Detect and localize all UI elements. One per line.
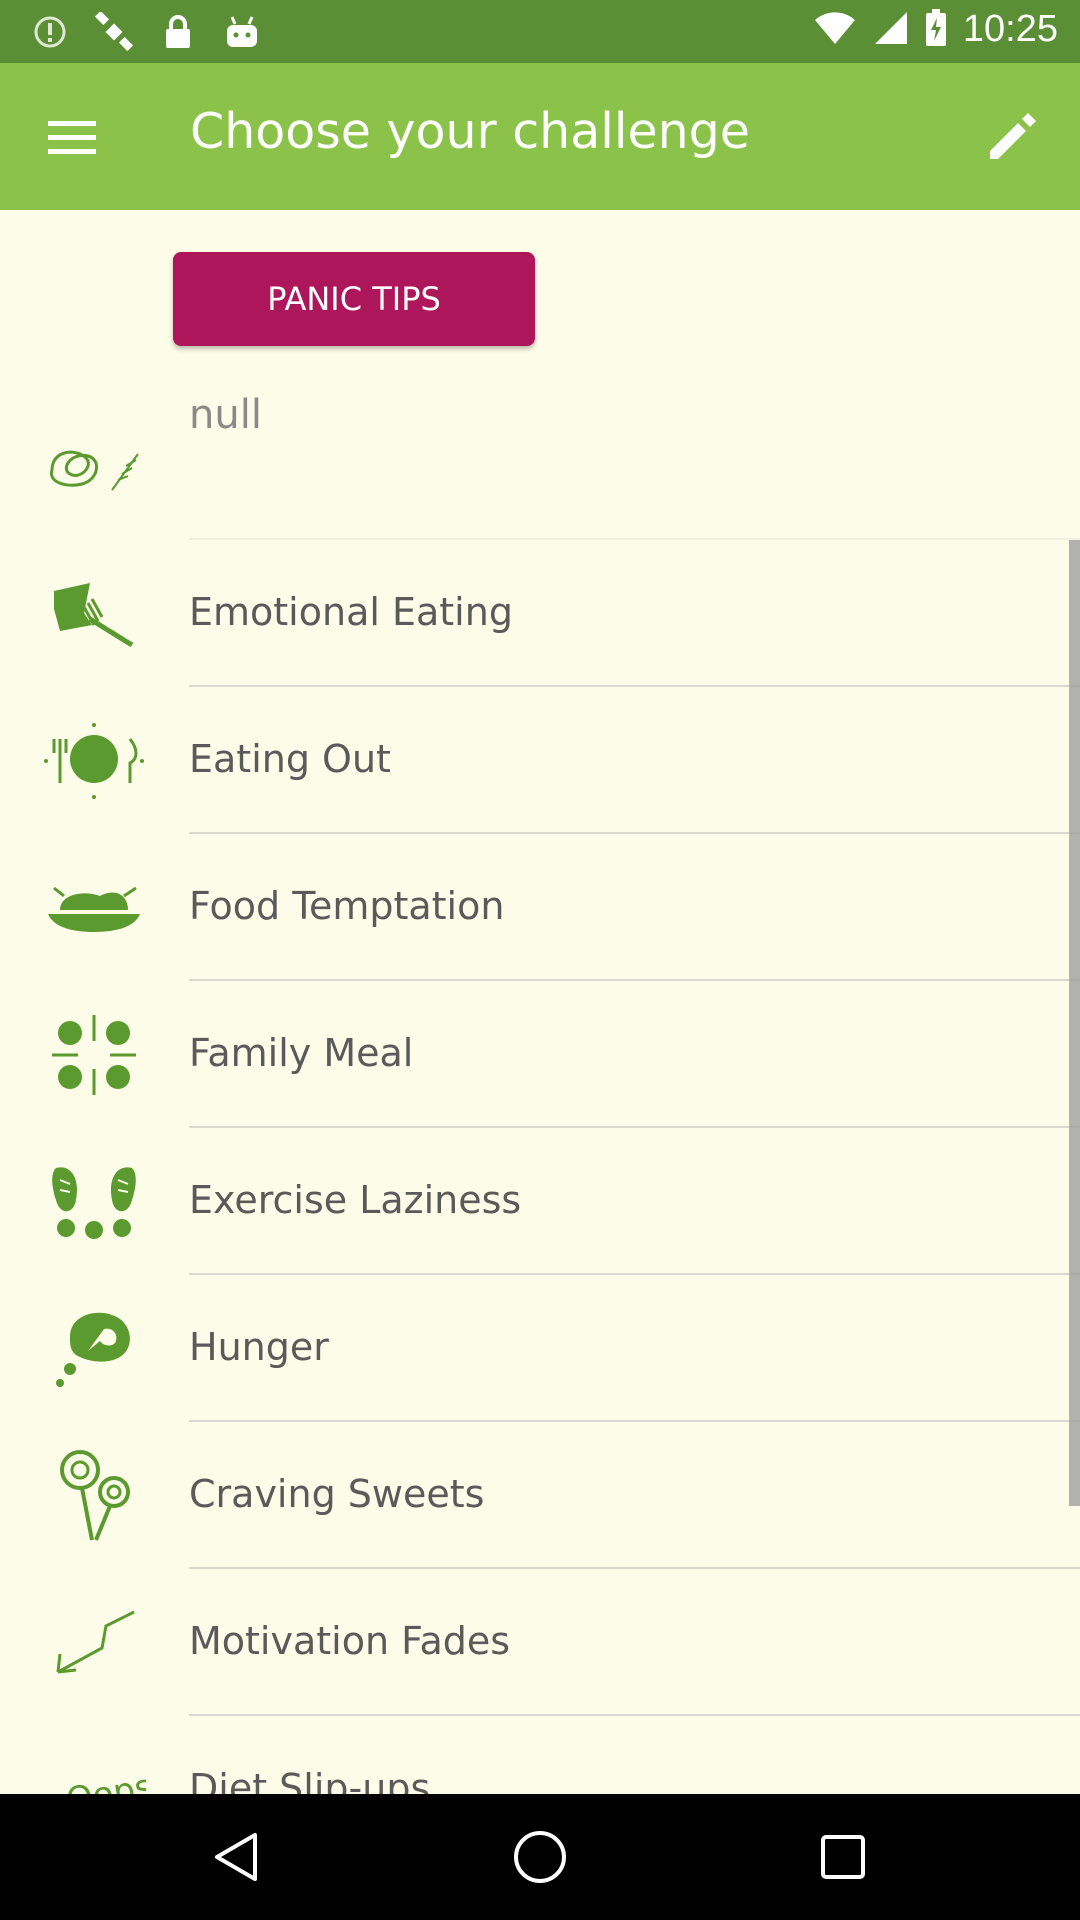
footprints-icon: [40, 1152, 148, 1252]
status-bar: 10:25: [0, 0, 1080, 63]
app-bar: Choose your challenge: [0, 63, 1080, 210]
hunger-icon: [40, 1299, 148, 1399]
scrollbar[interactable]: [1069, 540, 1080, 1506]
list-item-family-meal[interactable]: Family Meal: [0, 981, 1080, 1128]
fake-gps-icon: [94, 12, 134, 52]
recents-icon[interactable]: [811, 1825, 875, 1889]
challenge-list-container: PANIC TIPS null Emotional Eating Eating …: [0, 210, 1080, 1794]
food-temptation-icon: [40, 858, 148, 958]
list-item-eating-out[interactable]: Eating Out: [0, 687, 1080, 834]
menu-icon[interactable]: [40, 107, 104, 167]
navigation-bar: [0, 1794, 1080, 1920]
list-item-label: Motivation Fades: [189, 1619, 511, 1663]
list-item-label: Emotional Eating: [189, 590, 513, 634]
status-time: 10:25: [962, 8, 1058, 50]
page-title: Choose your challenge: [190, 103, 750, 160]
lock-icon: [158, 12, 198, 52]
android-icon: [222, 12, 262, 52]
list-item-exercise-laziness[interactable]: Exercise Laziness: [0, 1128, 1080, 1275]
lollipop-icon: [40, 1446, 148, 1546]
panic-tips-button[interactable]: PANIC TIPS: [173, 252, 535, 346]
edit-pencil-icon[interactable]: [980, 105, 1044, 169]
pretzel-icon: [40, 420, 148, 520]
home-icon[interactable]: [508, 1825, 572, 1889]
wifi-icon: [813, 10, 857, 50]
emotional-eating-icon: [40, 564, 148, 664]
list-item-emotional-eating[interactable]: Emotional Eating: [0, 540, 1080, 687]
list-item-label: Exercise Laziness: [189, 1178, 522, 1222]
falling-arrow-icon: [40, 1593, 148, 1693]
list-item-craving-sweets[interactable]: Craving Sweets: [0, 1422, 1080, 1569]
family-meal-icon: [40, 1005, 148, 1105]
list-header-label: null: [189, 392, 262, 438]
list-item-label: Craving Sweets: [189, 1472, 485, 1516]
signal-icon: [873, 10, 909, 50]
list-item-label: Diet Slip-ups: [189, 1766, 431, 1794]
list-item-label: Food Temptation: [189, 884, 505, 928]
challenge-list: null Emotional Eating Eating Out Food Te…: [0, 392, 1080, 1794]
list-item-motivation-fades[interactable]: Motivation Fades: [0, 1569, 1080, 1716]
oops-icon: oOops: [40, 1740, 148, 1794]
back-icon[interactable]: [205, 1825, 269, 1889]
svg-text:oOops: oOops: [43, 1767, 146, 1794]
list-item-hunger[interactable]: Hunger: [0, 1275, 1080, 1422]
battery-icon: [925, 8, 947, 51]
list-header-row: null: [0, 392, 1080, 540]
circle-alert-icon: [30, 12, 70, 52]
list-item-label: Eating Out: [189, 737, 391, 781]
list-item-label: Hunger: [189, 1325, 329, 1369]
eating-out-icon: [40, 711, 148, 811]
list-item-food-temptation[interactable]: Food Temptation: [0, 834, 1080, 981]
list-item-diet-slip-ups[interactable]: oOops Diet Slip-ups: [0, 1716, 1080, 1794]
list-item-label: Family Meal: [189, 1031, 414, 1075]
